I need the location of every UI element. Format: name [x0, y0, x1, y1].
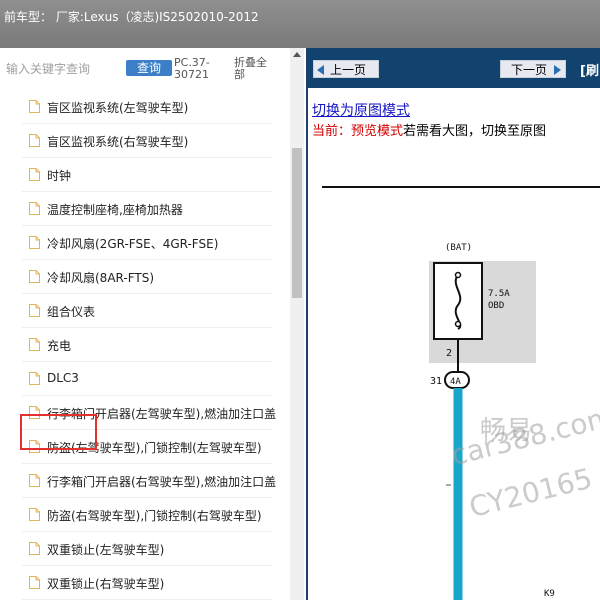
tree-item[interactable]: 双重锁止(右驾驶车型): [0, 566, 290, 600]
document-icon: [29, 100, 40, 113]
tree-item-label: 冷却风扇(2GR-FSE、4GR-FSE): [47, 237, 219, 251]
document-icon: [29, 134, 40, 147]
fold-all-button[interactable]: 折叠全部: [234, 57, 274, 81]
tree-list: 盲区监视系统(左驾驶车型) 盲区监视系统(右驾驶车型) 时钟温度控制座椅,座椅加热器…: [0, 90, 290, 600]
arrow-left-icon: [317, 65, 324, 75]
search-input[interactable]: [6, 60, 122, 78]
tree-item-label: 组合仪表: [47, 305, 96, 319]
bat-label: (BAT): [445, 243, 472, 253]
tree-item-label: 盲区监视系统(右驾驶车型): [47, 135, 189, 149]
document-icon: [29, 372, 40, 385]
right-panel: 上一页 下一页 [刷 切换为原图模式 当前：预览模式若需看大图，切换至原图 (B…: [308, 48, 600, 600]
pc-code: PC.37-30721: [174, 56, 210, 81]
next-page-button[interactable]: 下一页: [500, 60, 566, 78]
tree-item[interactable]: 双重锁止(左驾驶车型): [0, 532, 290, 566]
tree-item-label: 防盗(右驾驶车型),门锁控制(右驾驶车型): [47, 509, 262, 523]
status-hint: 若需看大图，切换至原图: [403, 124, 547, 139]
tree-item-label: 盲区监视系统(左驾驶车型): [47, 101, 189, 115]
scroll-thumb[interactable]: [292, 148, 302, 298]
tree-item-label: 双重锁止(右驾驶车型): [47, 577, 165, 591]
status-mode: 预览模式: [351, 124, 404, 139]
tree-item[interactable]: 充电: [0, 328, 290, 362]
tree-item-label: 时钟: [47, 169, 72, 183]
document-icon: [29, 474, 40, 487]
fuse-name: OBD: [488, 301, 504, 311]
mode-status: 当前：预览模式若需看大图，切换至原图: [312, 120, 546, 139]
tree-item[interactable]: 冷却风扇(8AR-FTS): [0, 260, 290, 294]
tree-item-label: 温度控制座椅,座椅加热器: [47, 203, 183, 217]
search-row: 查询 PC.37-30721 折叠全部: [0, 48, 290, 88]
document-icon: [29, 202, 40, 215]
scroll-up-arrow-icon[interactable]: [293, 52, 301, 57]
tree-item-label: 充电: [47, 339, 72, 353]
scrollbar[interactable]: [290, 48, 304, 600]
document-icon: [29, 576, 40, 589]
document-icon: [29, 304, 40, 317]
tree-item-label: 行李箱门开启器(右驾驶车型),燃油加注口盖: [47, 475, 277, 489]
vehicle-title: 前车型： 厂家:Lexus（凌志)IS2502010-2012: [4, 10, 259, 24]
document-icon: [29, 168, 40, 181]
tree-item[interactable]: 时钟: [0, 158, 290, 192]
tree-item[interactable]: 冷却风扇(2GR-FSE、4GR-FSE): [0, 226, 290, 260]
document-icon: [29, 508, 40, 521]
document-icon: [29, 338, 40, 351]
switch-original-mode-link[interactable]: 切换为原图模式: [312, 100, 410, 120]
query-button[interactable]: 查询: [126, 60, 172, 76]
tree-item[interactable]: 温度控制座椅,座椅加热器: [0, 192, 290, 226]
status-prefix: 当前：: [312, 124, 352, 139]
left-panel: 查询 PC.37-30721 折叠全部 盲区监视系统(左驾驶车型)盲区监视系统(…: [0, 48, 308, 600]
document-icon: [29, 236, 40, 249]
tree-item[interactable]: 盲区监视系统(右驾驶车型): [0, 124, 290, 158]
tree-item[interactable]: 组合仪表: [0, 294, 290, 328]
document-icon: [29, 542, 40, 555]
fuse-terminal-top: [454, 271, 462, 279]
arrow-right-icon: [554, 65, 561, 75]
page-nav-bar: 上一页 下一页 [刷: [308, 48, 600, 88]
tree-item[interactable]: 行李箱门开启器(右驾驶车型),燃油加注口盖: [0, 464, 290, 498]
tree-item[interactable]: 盲区监视系统(左驾驶车型): [0, 90, 290, 124]
tree-item-label: 双重锁止(左驾驶车型): [47, 543, 165, 557]
selected-item-highlight: [20, 414, 97, 450]
pin-top: 2: [446, 348, 452, 359]
window-titlebar: 前车型： 厂家:Lexus（凌志)IS2502010-2012: [0, 0, 600, 48]
tree-item-label: 冷却风扇(8AR-FTS): [47, 271, 155, 285]
fuse-rating: 7.5A: [488, 289, 510, 299]
connector-pin: 31: [430, 376, 442, 387]
fuse-terminal-bottom: [454, 320, 462, 328]
print-link[interactable]: [刷: [580, 60, 599, 79]
wiring-diagram: (BAT) 7.5A OBD 2 31 4A K9: [322, 186, 600, 600]
bottom-label: K9: [544, 589, 555, 599]
tree-item[interactable]: DLC3: [0, 362, 290, 396]
tree-item-label: DLC3: [47, 371, 79, 385]
prev-page-button[interactable]: 上一页: [313, 60, 379, 78]
document-icon: [29, 270, 40, 283]
next-page-label: 下一页: [511, 63, 548, 77]
connector-id: 4A: [450, 377, 461, 387]
prev-page-label: 上一页: [330, 63, 367, 77]
tree-item[interactable]: 防盗(右驾驶车型),门锁控制(右驾驶车型): [0, 498, 290, 532]
